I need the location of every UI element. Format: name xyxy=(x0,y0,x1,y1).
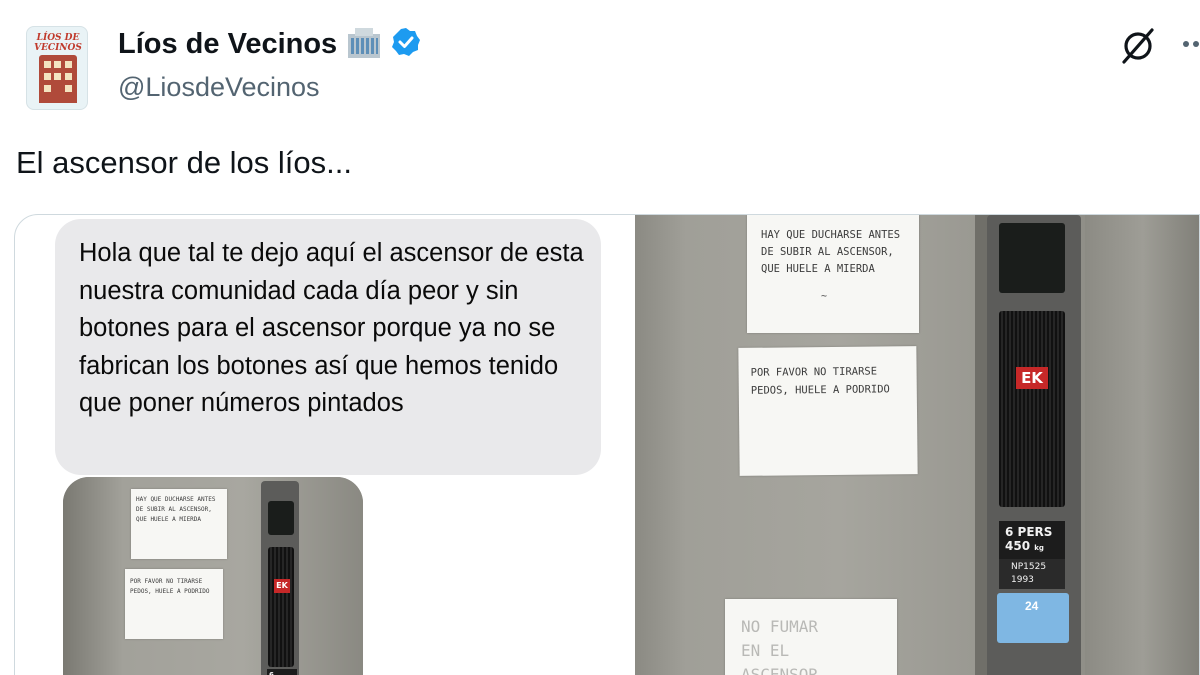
note-no-smoking: NO FUMAR EN EL ASCENSOR xyxy=(725,599,897,675)
floor-display xyxy=(999,223,1065,293)
office-building-icon xyxy=(345,26,383,63)
name-row: Líos de Vecinos xyxy=(118,26,421,63)
thumb-capacity-plate: 6 PERS xyxy=(267,669,297,675)
thumb-note-farts: POR FAVOR NO TIRARSE PEDOS, HUELE A PODRI… xyxy=(125,569,223,639)
capacity-kg: 450 xyxy=(1005,539,1031,553)
thumb-brand-logo: EK xyxy=(274,579,290,593)
chat-message-text: Hola que tal te dejo aquí el ascensor de… xyxy=(79,239,584,417)
account-handle[interactable]: @LiosdeVecinos xyxy=(118,72,320,103)
floor-number: 24 xyxy=(1025,599,1039,613)
serial-plate: NP1525 1993 xyxy=(999,559,1065,589)
elevator-thumbnail-image[interactable]: HAY QUE DUCHARSE ANTES DE SUBIR AL ASCENS… xyxy=(63,477,363,675)
note-farts: POR FAVOR NO TIRARSE PEDOS, HUELE A PODRI… xyxy=(738,346,918,476)
display-name[interactable]: Líos de Vecinos xyxy=(118,28,337,61)
verified-badge-icon xyxy=(391,27,421,62)
avatar[interactable]: LÍOS DE VECINOS xyxy=(26,26,88,110)
avatar-building-image xyxy=(39,55,77,103)
chat-message-bubble: Hola que tal te dejo aquí el ascensor de… xyxy=(55,219,601,475)
note-shower: HAY QUE DUCHARSE ANTES DE SUBIR AL ASCENS… xyxy=(747,215,919,333)
tweet-media[interactable]: Hola que tal te dejo aquí el ascensor de… xyxy=(14,214,1200,675)
thumb-speaker-grille xyxy=(268,547,294,667)
tweet-text: El ascensor de los líos... xyxy=(16,145,352,180)
tweet-header: LÍOS DE VECINOS Líos de Vecinos @LiosdeV… xyxy=(0,0,1200,120)
more-options-icon[interactable] xyxy=(1172,30,1200,60)
capacity-persons: 6 PERS xyxy=(1005,525,1053,539)
brand-logo: EK xyxy=(1016,367,1048,389)
capacity-kg-unit: kg xyxy=(1034,544,1044,552)
thumb-note-shower: HAY QUE DUCHARSE ANTES DE SUBIR AL ASCENS… xyxy=(131,489,227,559)
grok-icon[interactable] xyxy=(1118,26,1158,66)
avatar-logo-text: LÍOS DE VECINOS xyxy=(34,33,82,53)
speaker-grille xyxy=(999,311,1065,507)
inspection-sticker: 24 xyxy=(997,593,1069,643)
elevator-photo[interactable]: HAY QUE DUCHARSE ANTES DE SUBIR AL ASCENS… xyxy=(635,215,1199,675)
thumb-floor-display xyxy=(268,501,294,535)
